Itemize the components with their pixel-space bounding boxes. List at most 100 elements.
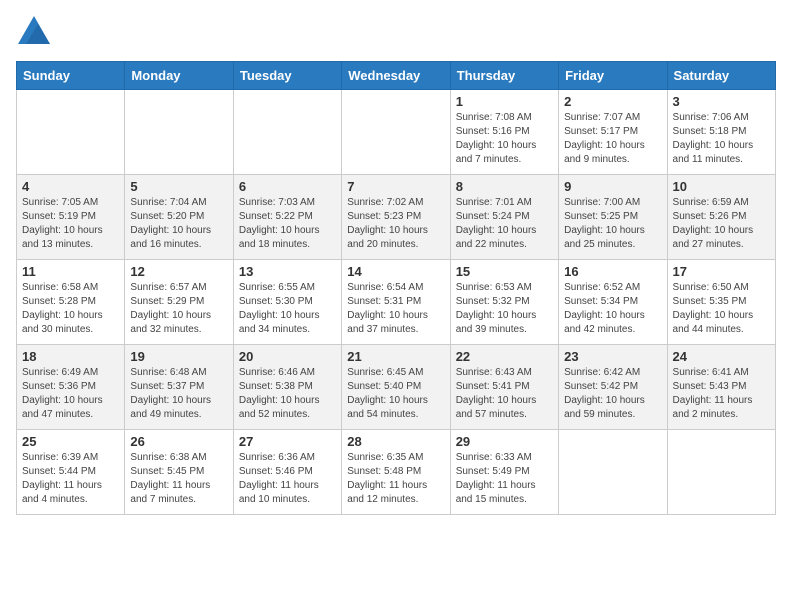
calendar-cell: 2 Sunrise: 7:07 AMSunset: 5:17 PMDaylight… xyxy=(559,90,667,175)
day-number: 20 xyxy=(239,349,336,364)
day-number: 11 xyxy=(22,264,119,279)
day-number: 27 xyxy=(239,434,336,449)
calendar-cell xyxy=(342,90,450,175)
day-info: Sunrise: 7:03 AMSunset: 5:22 PMDaylight:… xyxy=(239,196,336,252)
day-info: Sunrise: 6:52 AMSunset: 5:34 PMDaylight:… xyxy=(564,281,661,337)
day-number: 28 xyxy=(347,434,444,449)
calendar-cell: 20 Sunrise: 6:46 AMSunset: 5:38 PMDayligh… xyxy=(233,345,341,430)
calendar-cell: 28 Sunrise: 6:35 AMSunset: 5:48 PMDayligh… xyxy=(342,430,450,515)
calendar-cell: 13 Sunrise: 6:55 AMSunset: 5:30 PMDayligh… xyxy=(233,260,341,345)
day-number: 14 xyxy=(347,264,444,279)
day-number: 13 xyxy=(239,264,336,279)
day-info: Sunrise: 6:33 AMSunset: 5:49 PMDaylight:… xyxy=(456,451,553,507)
calendar-day-header: Sunday xyxy=(17,62,125,90)
calendar-cell: 6 Sunrise: 7:03 AMSunset: 5:22 PMDaylight… xyxy=(233,175,341,260)
day-info: Sunrise: 6:50 AMSunset: 5:35 PMDaylight:… xyxy=(673,281,770,337)
day-info: Sunrise: 6:48 AMSunset: 5:37 PMDaylight:… xyxy=(130,366,227,422)
day-info: Sunrise: 7:00 AMSunset: 5:25 PMDaylight:… xyxy=(564,196,661,252)
logo xyxy=(16,16,50,49)
day-number: 6 xyxy=(239,179,336,194)
calendar-cell: 22 Sunrise: 6:43 AMSunset: 5:41 PMDayligh… xyxy=(450,345,558,430)
day-info: Sunrise: 7:07 AMSunset: 5:17 PMDaylight:… xyxy=(564,111,661,167)
day-info: Sunrise: 6:55 AMSunset: 5:30 PMDaylight:… xyxy=(239,281,336,337)
day-number: 15 xyxy=(456,264,553,279)
day-number: 2 xyxy=(564,94,661,109)
day-number: 18 xyxy=(22,349,119,364)
calendar-cell: 5 Sunrise: 7:04 AMSunset: 5:20 PMDaylight… xyxy=(125,175,233,260)
calendar-cell: 14Sunrise: 6:54 AMSunset: 5:31 PMDayligh… xyxy=(342,260,450,345)
day-number: 7 xyxy=(347,179,444,194)
calendar-day-header: Monday xyxy=(125,62,233,90)
day-number: 9 xyxy=(564,179,661,194)
day-number: 21 xyxy=(347,349,444,364)
day-number: 25 xyxy=(22,434,119,449)
calendar-cell: 16 Sunrise: 6:52 AMSunset: 5:34 PMDayligh… xyxy=(559,260,667,345)
day-info: Sunrise: 6:45 AMSunset: 5:40 PMDaylight:… xyxy=(347,366,444,422)
day-number: 4 xyxy=(22,179,119,194)
calendar-cell: 29 Sunrise: 6:33 AMSunset: 5:49 PMDayligh… xyxy=(450,430,558,515)
day-info: Sunrise: 6:53 AMSunset: 5:32 PMDaylight:… xyxy=(456,281,553,337)
calendar-week-row: 25 Sunrise: 6:39 AMSunset: 5:44 PMDayligh… xyxy=(17,430,776,515)
calendar-cell: 12 Sunrise: 6:57 AMSunset: 5:29 PMDayligh… xyxy=(125,260,233,345)
page-header xyxy=(16,16,776,49)
day-info: Sunrise: 6:36 AMSunset: 5:46 PMDaylight:… xyxy=(239,451,336,507)
calendar-cell: 1 Sunrise: 7:08 AMSunset: 5:16 PMDaylight… xyxy=(450,90,558,175)
day-number: 5 xyxy=(130,179,227,194)
day-info: Sunrise: 6:57 AMSunset: 5:29 PMDaylight:… xyxy=(130,281,227,337)
day-number: 19 xyxy=(130,349,227,364)
calendar-cell: 7 Sunrise: 7:02 AMSunset: 5:23 PMDaylight… xyxy=(342,175,450,260)
day-number: 23 xyxy=(564,349,661,364)
day-info: Sunrise: 7:06 AMSunset: 5:18 PMDaylight:… xyxy=(673,111,770,167)
day-info: Sunrise: 6:59 AMSunset: 5:26 PMDaylight:… xyxy=(673,196,770,252)
calendar-cell: 4 Sunrise: 7:05 AMSunset: 5:19 PMDaylight… xyxy=(17,175,125,260)
calendar-cell xyxy=(667,430,775,515)
day-number: 29 xyxy=(456,434,553,449)
day-info: Sunrise: 6:46 AMSunset: 5:38 PMDaylight:… xyxy=(239,366,336,422)
day-number: 17 xyxy=(673,264,770,279)
day-number: 1 xyxy=(456,94,553,109)
calendar-cell xyxy=(17,90,125,175)
day-info: Sunrise: 7:01 AMSunset: 5:24 PMDaylight:… xyxy=(456,196,553,252)
calendar-cell: 15 Sunrise: 6:53 AMSunset: 5:32 PMDayligh… xyxy=(450,260,558,345)
calendar-cell: 18Sunrise: 6:49 AMSunset: 5:36 PMDayligh… xyxy=(17,345,125,430)
calendar-cell: 27 Sunrise: 6:36 AMSunset: 5:46 PMDayligh… xyxy=(233,430,341,515)
calendar-cell: 9 Sunrise: 7:00 AMSunset: 5:25 PMDaylight… xyxy=(559,175,667,260)
calendar-day-header: Thursday xyxy=(450,62,558,90)
day-number: 16 xyxy=(564,264,661,279)
calendar-cell: 26 Sunrise: 6:38 AMSunset: 5:45 PMDayligh… xyxy=(125,430,233,515)
calendar-table: SundayMondayTuesdayWednesdayThursdayFrid… xyxy=(16,61,776,515)
calendar-week-row: 4 Sunrise: 7:05 AMSunset: 5:19 PMDaylight… xyxy=(17,175,776,260)
day-number: 24 xyxy=(673,349,770,364)
calendar-cell: 25 Sunrise: 6:39 AMSunset: 5:44 PMDayligh… xyxy=(17,430,125,515)
calendar-cell xyxy=(125,90,233,175)
day-info: Sunrise: 7:04 AMSunset: 5:20 PMDaylight:… xyxy=(130,196,227,252)
day-info: Sunrise: 6:38 AMSunset: 5:45 PMDaylight:… xyxy=(130,451,227,507)
calendar-cell: 24 Sunrise: 6:41 AMSunset: 5:43 PMDayligh… xyxy=(667,345,775,430)
day-info: Sunrise: 6:39 AMSunset: 5:44 PMDaylight:… xyxy=(22,451,119,507)
day-info: Sunrise: 6:58 AMSunset: 5:28 PMDaylight:… xyxy=(22,281,119,337)
logo-icon xyxy=(18,16,50,44)
calendar-cell xyxy=(233,90,341,175)
calendar-week-row: 11 Sunrise: 6:58 AMSunset: 5:28 PMDayligh… xyxy=(17,260,776,345)
day-info: Sunrise: 6:42 AMSunset: 5:42 PMDaylight:… xyxy=(564,366,661,422)
day-info: Sunrise: 7:02 AMSunset: 5:23 PMDaylight:… xyxy=(347,196,444,252)
day-info: Sunrise: 6:35 AMSunset: 5:48 PMDaylight:… xyxy=(347,451,444,507)
day-info: Sunrise: 6:43 AMSunset: 5:41 PMDaylight:… xyxy=(456,366,553,422)
day-number: 22 xyxy=(456,349,553,364)
day-info: Sunrise: 6:41 AMSunset: 5:43 PMDaylight:… xyxy=(673,366,770,422)
day-number: 26 xyxy=(130,434,227,449)
day-number: 12 xyxy=(130,264,227,279)
calendar-day-header: Tuesday xyxy=(233,62,341,90)
calendar-cell: 3Sunrise: 7:06 AMSunset: 5:18 PMDaylight… xyxy=(667,90,775,175)
calendar-cell: 21 Sunrise: 6:45 AMSunset: 5:40 PMDayligh… xyxy=(342,345,450,430)
day-info: Sunrise: 7:05 AMSunset: 5:19 PMDaylight:… xyxy=(22,196,119,252)
calendar-day-header: Saturday xyxy=(667,62,775,90)
logo-text xyxy=(16,16,50,49)
calendar-cell: 11 Sunrise: 6:58 AMSunset: 5:28 PMDayligh… xyxy=(17,260,125,345)
calendar-cell: 19 Sunrise: 6:48 AMSunset: 5:37 PMDayligh… xyxy=(125,345,233,430)
calendar-day-header: Friday xyxy=(559,62,667,90)
calendar-cell: 17 Sunrise: 6:50 AMSunset: 5:35 PMDayligh… xyxy=(667,260,775,345)
day-info: Sunrise: 7:08 AMSunset: 5:16 PMDaylight:… xyxy=(456,111,553,167)
day-number: 10 xyxy=(673,179,770,194)
calendar-week-row: 18Sunrise: 6:49 AMSunset: 5:36 PMDayligh… xyxy=(17,345,776,430)
